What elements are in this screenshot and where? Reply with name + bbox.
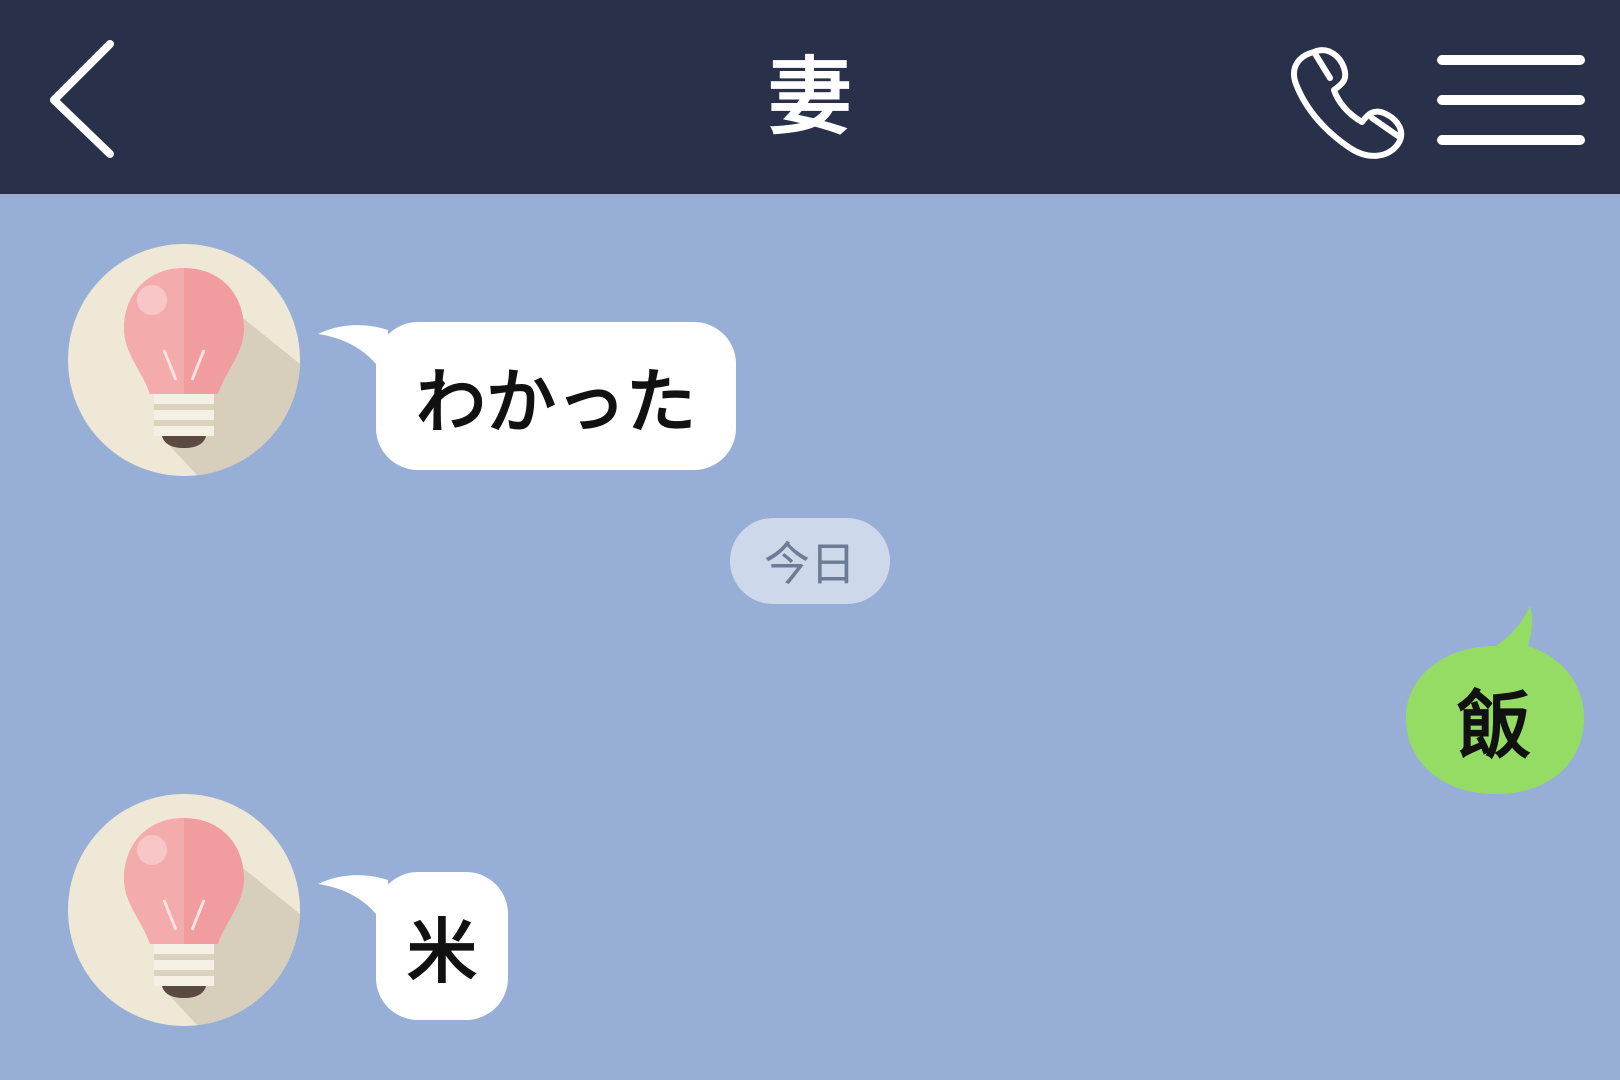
chat-screen: 妻 わかった 今日 飯 米	[0, 0, 1620, 1080]
header-bar: 妻	[0, 0, 1620, 194]
chevron-left-icon	[50, 40, 114, 158]
message-text: 米	[407, 910, 477, 993]
contact-avatar[interactable]	[68, 244, 300, 476]
sent-message-text: 飯	[1457, 682, 1531, 769]
message-text: わかった	[416, 360, 696, 443]
light-bulb-avatar-icon	[68, 244, 300, 476]
light-bulb-avatar-icon	[68, 794, 300, 1026]
contact-avatar[interactable]	[68, 794, 300, 1026]
back-button[interactable]	[40, 30, 130, 160]
date-separator: 今日	[730, 518, 890, 604]
received-message-bubble[interactable]: 米	[376, 872, 508, 1020]
received-message-bubble[interactable]: わかった	[376, 322, 736, 470]
menu-button[interactable]	[1436, 46, 1586, 154]
hamburger-menu-icon	[1437, 55, 1585, 145]
call-button[interactable]	[1284, 36, 1414, 166]
date-separator-label: 今日	[764, 537, 856, 591]
phone-icon	[1291, 47, 1405, 159]
